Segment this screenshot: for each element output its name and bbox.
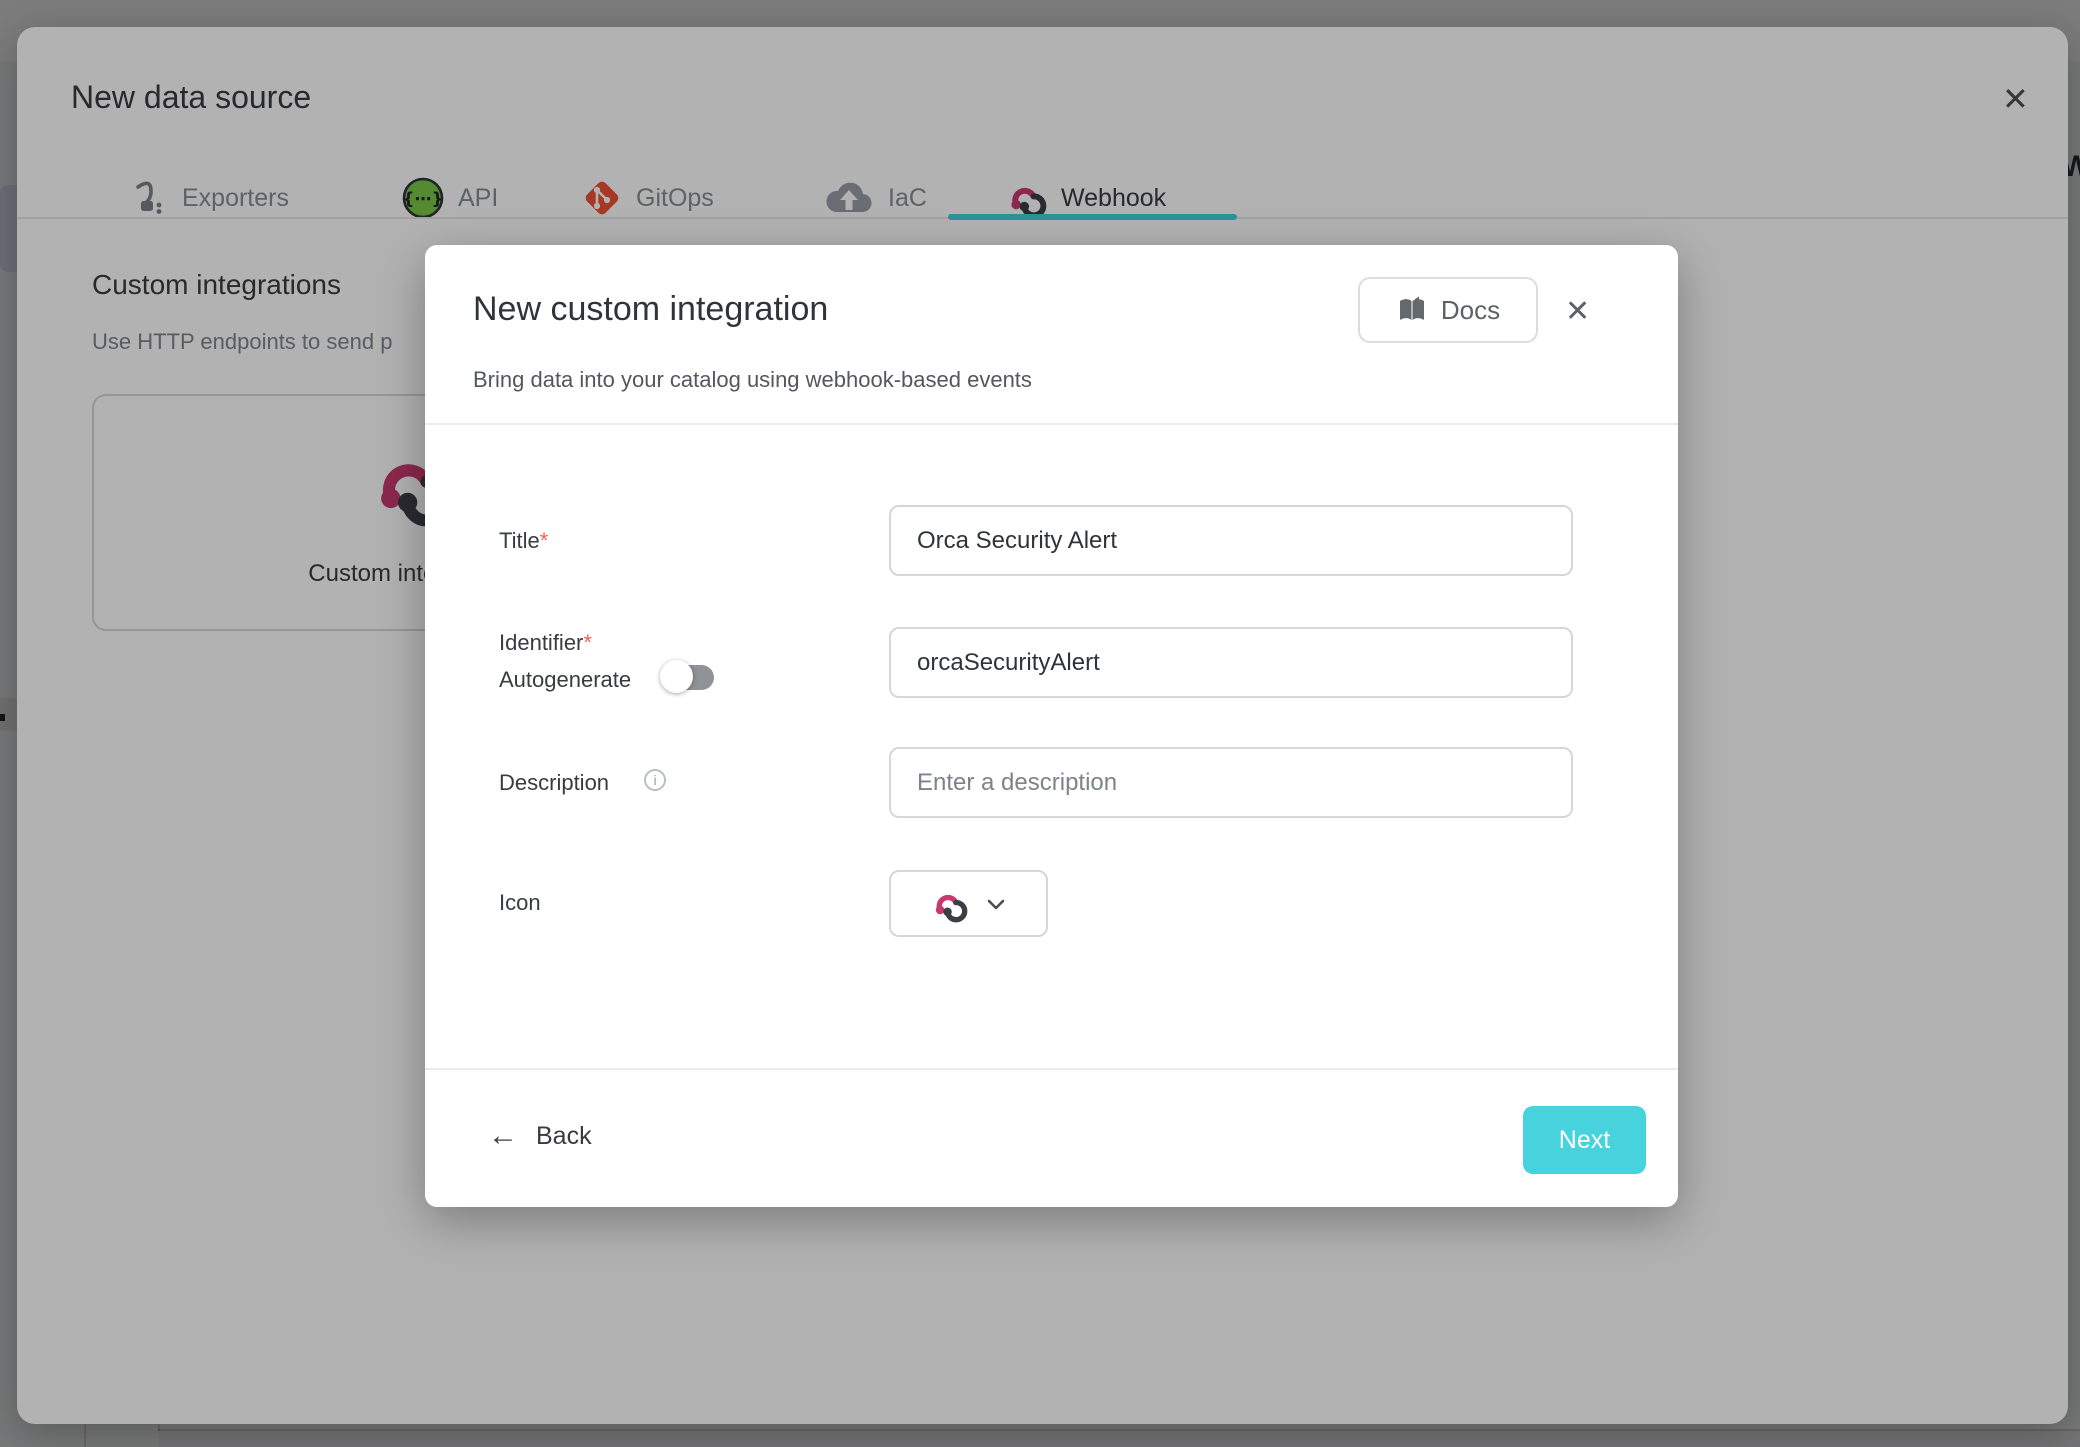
title-field[interactable]: [889, 505, 1573, 576]
new-custom-integration-modal: New custom integration Docs ✕ Bring data…: [425, 245, 1678, 1207]
dialog-subtitle: Bring data into your catalog using webho…: [473, 367, 1032, 393]
identifier-field[interactable]: [889, 627, 1573, 698]
docs-button-label: Docs: [1441, 295, 1500, 326]
description-field[interactable]: [889, 747, 1573, 818]
autogenerate-label: Autogenerate: [499, 667, 631, 693]
identifier-field-label: Identifier*: [499, 630, 592, 656]
autogenerate-toggle[interactable]: [660, 662, 736, 692]
back-button-label: Back: [536, 1122, 592, 1151]
dialog-title: New custom integration: [473, 290, 828, 329]
description-field-label: Description: [499, 770, 609, 796]
icon-field-label: Icon: [499, 890, 541, 916]
arrow-left-icon: ←: [488, 1121, 518, 1151]
title-field-label: Title*: [499, 528, 548, 554]
required-asterisk: *: [583, 630, 592, 655]
toggle-knob: [660, 660, 693, 693]
back-button[interactable]: ← Back: [488, 1121, 592, 1151]
icon-dropdown[interactable]: [889, 870, 1048, 937]
info-icon: i: [644, 769, 666, 791]
next-button[interactable]: Next: [1523, 1106, 1646, 1174]
footer-divider: [425, 1068, 1678, 1070]
required-asterisk: *: [540, 528, 549, 553]
docs-button[interactable]: Docs: [1358, 277, 1538, 343]
book-icon: [1396, 296, 1428, 324]
header-divider: [425, 423, 1678, 425]
webhook-icon: [930, 885, 968, 923]
close-icon[interactable]: ✕: [1565, 297, 1590, 327]
chevron-down-icon: [984, 893, 1008, 915]
